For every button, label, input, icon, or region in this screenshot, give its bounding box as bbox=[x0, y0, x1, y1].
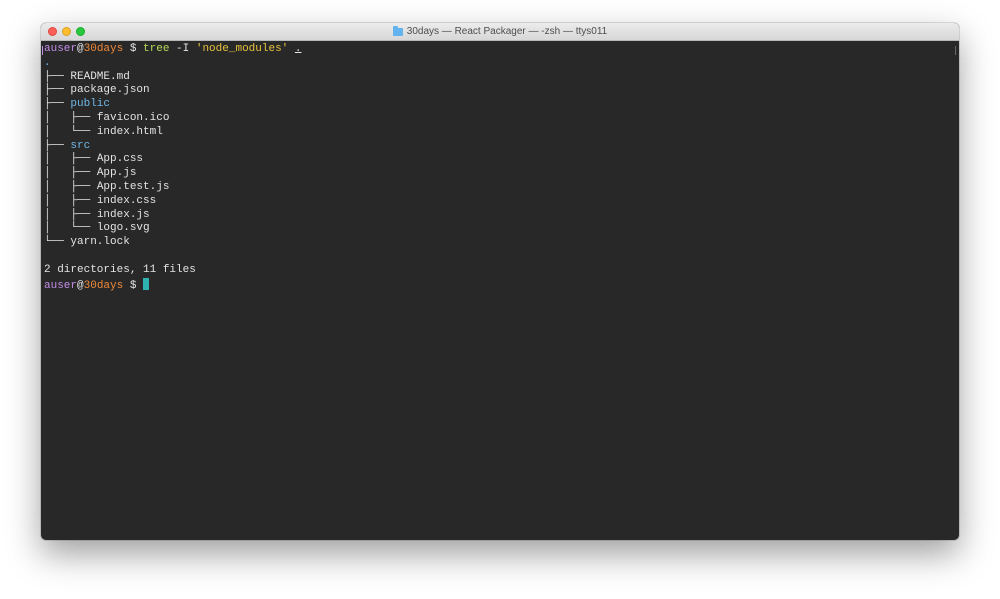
folder-icon bbox=[392, 26, 403, 36]
tree-line: ├── package.json bbox=[44, 84, 959, 98]
prompt-user: auser bbox=[44, 43, 78, 55]
terminal-window: 30days — React Packager — -zsh — ttys011… bbox=[41, 23, 959, 540]
tree-line: │ └── index.html bbox=[44, 126, 959, 140]
tree-prefix: ├── bbox=[44, 70, 71, 83]
tree-file: yarn.lock bbox=[70, 236, 130, 249]
tree-prefix: ├── bbox=[44, 139, 71, 152]
tree-line: ├── public bbox=[44, 98, 959, 112]
tree-file: App.js bbox=[96, 167, 137, 180]
active-prompt-line[interactable]: auser@30days $ bbox=[44, 277, 959, 292]
tree-prefix: ├── bbox=[44, 98, 71, 111]
prompt-at: @ bbox=[77, 279, 84, 292]
tree-file: index.css bbox=[96, 194, 157, 207]
tree-directory: public bbox=[70, 98, 111, 111]
tree-line: │ ├── App.js bbox=[44, 167, 959, 181]
command-name: tree bbox=[143, 43, 170, 55]
tree-file: favicon.ico bbox=[96, 111, 170, 124]
left-edge-marker bbox=[42, 46, 43, 55]
tree-file: App.css bbox=[96, 153, 144, 166]
tree-line: │ ├── index.css bbox=[44, 195, 959, 209]
title-bar[interactable]: 30days — React Packager — -zsh — ttys011 bbox=[41, 23, 959, 41]
tree-directory: src bbox=[70, 139, 91, 152]
tree-file: index.html bbox=[96, 125, 163, 138]
tree-prefix: │ ├── bbox=[44, 153, 97, 166]
command-line: auser@30days $ tree -I 'node_modules' . bbox=[44, 43, 959, 57]
tree-file: README.md bbox=[70, 70, 130, 83]
text-cursor[interactable] bbox=[143, 277, 150, 290]
tree-prefix: │ └── bbox=[44, 125, 97, 138]
command-pattern: 'node_modules' bbox=[195, 43, 289, 55]
tree-line: . bbox=[44, 57, 959, 71]
tree-prefix: │ ├── bbox=[44, 167, 97, 180]
prompt-at: @ bbox=[77, 43, 84, 55]
tree-prefix: └── bbox=[44, 236, 71, 249]
prompt-user: auser bbox=[44, 279, 78, 292]
tree-file: App.test.js bbox=[96, 180, 170, 193]
tree-prefix: │ ├── bbox=[44, 111, 97, 124]
prompt-symbol: $ bbox=[123, 279, 144, 292]
tree-prefix: │ ├── bbox=[44, 194, 97, 207]
prompt-host: 30days bbox=[83, 43, 124, 55]
tree-prefix: ├── bbox=[44, 84, 71, 97]
prompt-host: 30days bbox=[83, 279, 124, 292]
tree-prefix: │ └── bbox=[44, 222, 97, 235]
tree-line: │ ├── App.css bbox=[44, 153, 959, 167]
tree-line: │ └── logo.svg bbox=[44, 222, 959, 236]
tree-line: │ ├── favicon.ico bbox=[44, 112, 959, 126]
terminal-output[interactable]: auser@30days $ tree -I 'node_modules' . … bbox=[41, 41, 959, 540]
command-arg: . bbox=[294, 43, 302, 55]
tree-line: │ ├── App.test.js bbox=[44, 181, 959, 195]
tree-line: ├── src bbox=[44, 140, 959, 154]
right-edge-marker bbox=[955, 46, 956, 55]
tree-file: package.json bbox=[70, 84, 150, 97]
tree-line: └── yarn.lock bbox=[44, 236, 959, 250]
summary-line: 2 directories, 11 files bbox=[44, 263, 196, 276]
tree-file: index.js bbox=[96, 208, 150, 221]
tree-root: . bbox=[44, 56, 51, 69]
tree-file: logo.svg bbox=[96, 222, 150, 235]
window-title-text: 30days — React Packager — -zsh — ttys011 bbox=[406, 26, 608, 37]
tree-prefix: │ ├── bbox=[44, 208, 97, 221]
prompt-symbol: $ bbox=[123, 43, 144, 55]
tree-line: ├── README.md bbox=[44, 71, 959, 85]
tree-line: │ ├── index.js bbox=[44, 209, 959, 223]
window-title: 30days — React Packager — -zsh — ttys011 bbox=[41, 23, 959, 40]
tree-prefix: │ ├── bbox=[44, 180, 97, 193]
command-flag: -I bbox=[169, 43, 196, 55]
